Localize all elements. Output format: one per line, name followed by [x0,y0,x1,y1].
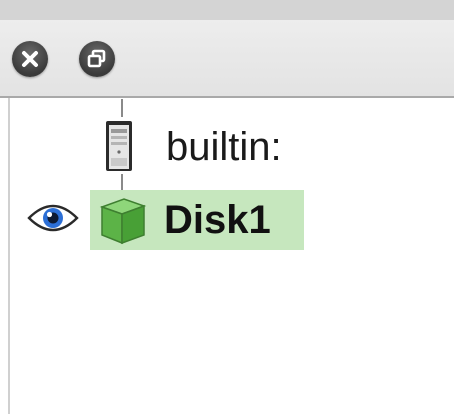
title-strip [0,0,454,20]
close-icon [22,51,38,67]
tree-connector-line [121,99,123,117]
restore-window-button[interactable] [79,41,115,77]
toolbar [0,20,454,98]
green-cube-icon [99,198,147,245]
close-button[interactable] [12,41,48,77]
restore-window-icon [87,49,106,68]
disk1-label: Disk1 [164,198,271,242]
tree-item-builtin[interactable]: builtin: [104,118,282,176]
pane-divider [8,98,10,414]
tree-item-disk1[interactable]: Disk1 [90,190,304,250]
device-tree-window: builtin: Disk1 [0,0,454,414]
builtin-label: builtin: [166,125,282,169]
server-tower-icon [106,121,132,171]
eye-icon[interactable] [27,200,79,236]
